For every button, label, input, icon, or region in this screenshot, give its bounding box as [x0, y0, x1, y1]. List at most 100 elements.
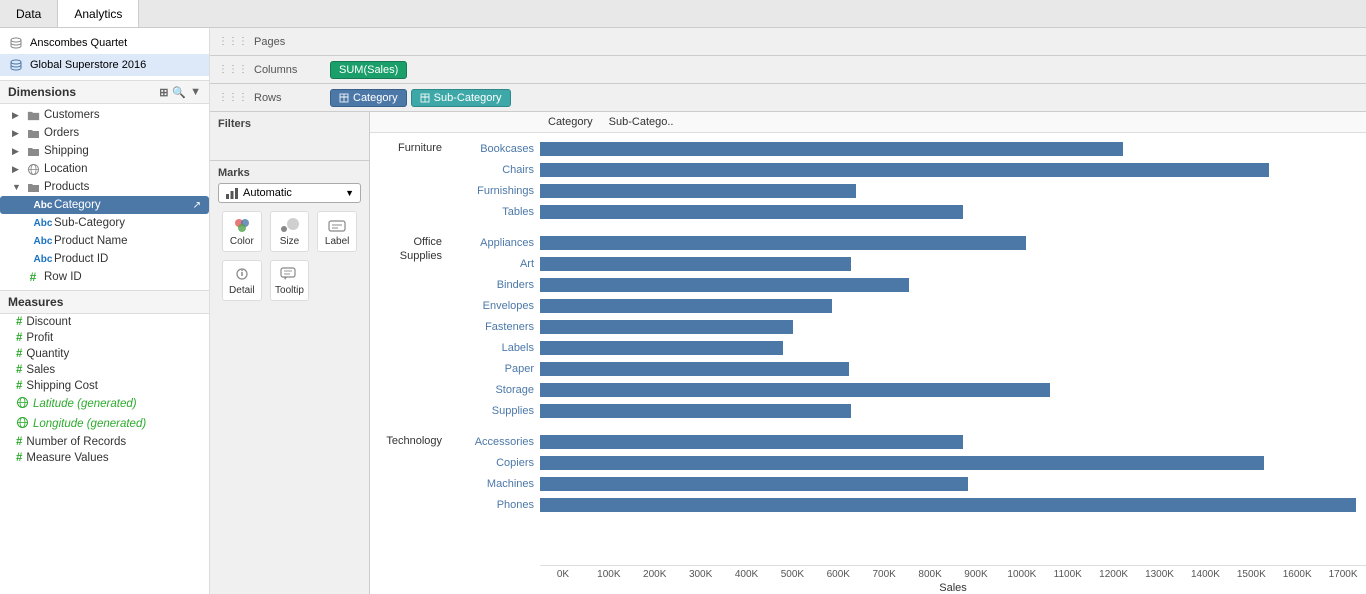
- measure-num-records[interactable]: # Number of Records: [0, 434, 209, 450]
- subcategory-row: Art: [450, 254, 1366, 274]
- dim-product-name-label: Product Name: [54, 235, 128, 247]
- bar-chart-icon: [225, 186, 239, 200]
- axis-tick: 1200K: [1091, 569, 1137, 580]
- marks-tooltip-button[interactable]: Tooltip: [270, 260, 310, 301]
- rows-drag-handle: ⋮⋮⋮: [218, 92, 248, 103]
- dim-product-id[interactable]: ▶ Abc Product ID: [0, 250, 209, 268]
- category-label: Technology: [370, 432, 450, 516]
- dim-products-label: Products: [44, 181, 89, 193]
- chart-bars: FurnitureBookcasesChairsFurnishingsTable…: [370, 133, 1366, 565]
- bar-container: [540, 318, 1366, 336]
- bar-container: [540, 454, 1366, 472]
- dimensions-actions: ⊞ 🔍 ▼: [159, 86, 201, 99]
- measures-header: Measures: [0, 290, 209, 314]
- measure-quantity[interactable]: # Quantity: [0, 346, 209, 362]
- dim-shipping-label: Shipping: [44, 145, 89, 157]
- marks-section: Marks Automatic ▼: [210, 161, 369, 307]
- measure-shipping-cost[interactable]: # Shipping Cost: [0, 378, 209, 394]
- dim-products[interactable]: ▼ Products: [0, 178, 209, 196]
- measure-sales[interactable]: # Sales: [0, 362, 209, 378]
- category-header: Category: [540, 112, 601, 132]
- subcategory-label: Binders: [450, 279, 540, 291]
- subcategory-label: Fasteners: [450, 321, 540, 333]
- center-panel: ⋮⋮⋮ Pages ⋮⋮⋮ Columns SUM(Sales): [210, 28, 1366, 594]
- columns-sum-sales-pill[interactable]: SUM(Sales): [330, 61, 407, 79]
- subcategory-row: Furnishings: [450, 181, 1366, 201]
- measure-discount[interactable]: # Discount: [0, 314, 209, 330]
- marks-label-button[interactable]: Label: [317, 211, 357, 252]
- chart-column-headers: Category Sub-Catego..: [370, 112, 1366, 133]
- category-label: Office Supplies: [370, 233, 450, 422]
- grid-view-icon[interactable]: ⊞: [159, 86, 168, 99]
- bar-container: [540, 297, 1366, 315]
- measure-measure-values[interactable]: # Measure Values: [0, 450, 209, 466]
- subcategory-row: Bookcases: [450, 139, 1366, 159]
- bar-container: [540, 360, 1366, 378]
- dim-subcategory[interactable]: ▶ Abc Sub-Category: [0, 214, 209, 232]
- subcategory-label: Labels: [450, 342, 540, 354]
- columns-pills: SUM(Sales): [330, 61, 407, 79]
- bar: [540, 341, 783, 355]
- globe-icon: [16, 416, 29, 432]
- subcategory-row: Supplies: [450, 401, 1366, 421]
- subcategory-row: Fasteners: [450, 317, 1366, 337]
- hash-icon: #: [16, 436, 22, 448]
- bar-container: [540, 182, 1366, 200]
- subcategory-label: Machines: [450, 478, 540, 490]
- rows-category-label: Category: [353, 92, 398, 104]
- tab-analytics[interactable]: Analytics: [58, 0, 139, 27]
- axis-tick: 800K: [907, 569, 953, 580]
- hash-icon: #: [16, 452, 22, 464]
- measures-title: Measures: [8, 295, 63, 309]
- subcategory-row: Paper: [450, 359, 1366, 379]
- marks-color-button[interactable]: Color: [222, 211, 262, 252]
- datasource-anscombes[interactable]: Anscombes Quartet: [0, 32, 209, 54]
- dim-shipping[interactable]: ▶ Shipping: [0, 142, 209, 160]
- measure-latitude[interactable]: Latitude (generated): [0, 394, 209, 414]
- marks-size-button[interactable]: Size: [270, 211, 310, 252]
- hash-icon: #: [16, 348, 22, 360]
- subcategory-rows: AccessoriesCopiersMachinesPhones: [450, 432, 1366, 516]
- subcategory-label: Bookcases: [450, 143, 540, 155]
- expand-icon[interactable]: ▼: [190, 86, 201, 99]
- subcategory-header: Sub-Catego..: [601, 112, 682, 132]
- hash-icon: #: [16, 364, 22, 376]
- datasource-global-label: Global Superstore 2016: [30, 59, 146, 71]
- dim-customers[interactable]: ▶ Customers: [0, 106, 209, 124]
- dim-category[interactable]: ▶ Abc Category ↗: [0, 196, 209, 214]
- bar-container: [540, 475, 1366, 493]
- dim-product-name[interactable]: ▶ Abc Product Name: [0, 232, 209, 250]
- bar-container: [540, 161, 1366, 179]
- tab-data[interactable]: Data: [0, 0, 58, 27]
- category-group: Office SuppliesAppliancesArtBindersEnvel…: [370, 233, 1366, 422]
- dim-category-label: Category: [54, 199, 101, 211]
- chart-inner-wrapper: FurnitureBookcasesChairsFurnishingsTable…: [370, 133, 1366, 594]
- dim-location-label: Location: [44, 163, 87, 175]
- pages-drag-handle: ⋮⋮⋮: [218, 36, 248, 47]
- axis-title: Sales: [540, 582, 1366, 594]
- header-spacer: [370, 112, 540, 132]
- columns-drag-handle: ⋮⋮⋮: [218, 64, 248, 75]
- measure-profit[interactable]: # Profit: [0, 330, 209, 346]
- search-icon[interactable]: 🔍: [172, 86, 186, 99]
- rows-subcategory-pill[interactable]: Sub-Category: [411, 89, 511, 107]
- rows-category-pill[interactable]: Category: [330, 89, 407, 107]
- size-label: Size: [280, 236, 299, 247]
- datasource-global[interactable]: Global Superstore 2016: [0, 54, 209, 76]
- expand-arrow-down: ▼: [12, 182, 22, 192]
- filters-section: Filters: [210, 112, 369, 161]
- measure-measure-values-label: Measure Values: [26, 452, 108, 464]
- bar-container: [540, 339, 1366, 357]
- measure-longitude[interactable]: Longitude (generated): [0, 414, 209, 434]
- expand-arrow: ▶: [12, 146, 22, 157]
- marks-detail-button[interactable]: Detail: [222, 260, 262, 301]
- marks-type-dropdown[interactable]: Automatic ▼: [218, 183, 361, 203]
- dim-location[interactable]: ▶ Location: [0, 160, 209, 178]
- dim-orders[interactable]: ▶ Orders: [0, 124, 209, 142]
- subcategory-rows: AppliancesArtBindersEnvelopesFastenersLa…: [450, 233, 1366, 422]
- axis-tick: 200K: [632, 569, 678, 580]
- dim-subcategory-label: Sub-Category: [54, 217, 125, 229]
- bar: [540, 435, 963, 449]
- folder-icon: [26, 180, 40, 194]
- dim-row-id[interactable]: ▶ # Row ID: [0, 268, 209, 286]
